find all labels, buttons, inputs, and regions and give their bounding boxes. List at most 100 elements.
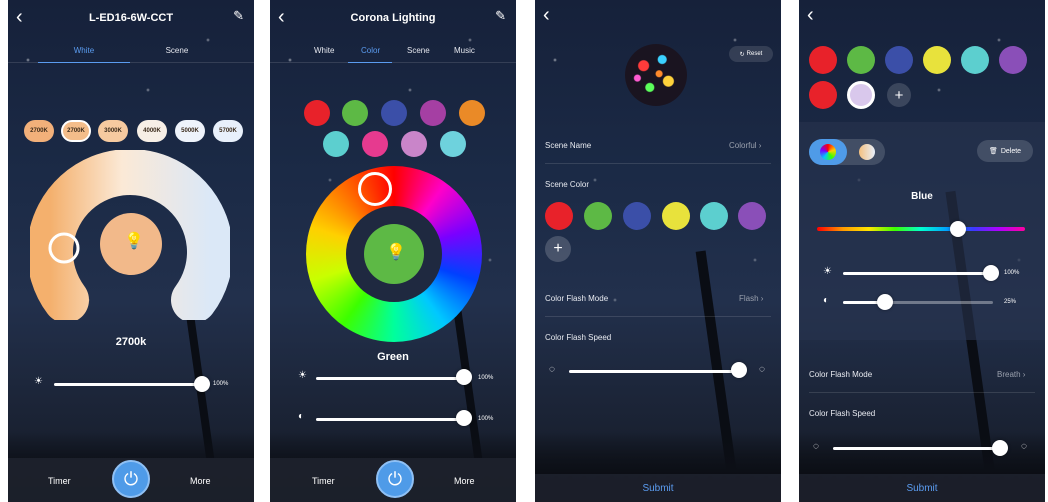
color-swatch[interactable] [440,131,466,157]
tab-music[interactable]: Music [454,46,475,55]
color-swatch[interactable] [420,100,446,126]
color-swatch[interactable] [381,100,407,126]
scene-name-label: Scene Name [545,141,592,150]
white-mode-tab[interactable] [849,139,885,165]
color-swatch[interactable] [401,131,427,157]
scene-color-label: Scene Color [545,180,590,189]
add-color-button[interactable]: + [887,83,911,107]
brightness-percent: 100% [478,375,494,381]
temp-chip[interactable]: 2700K [61,120,91,142]
trash-icon: 🗑 [988,148,998,155]
power-button[interactable]: ⏻ [376,460,414,498]
color-wheel-handle[interactable] [358,172,392,206]
submit-button[interactable]: Submit [799,474,1045,502]
more-button[interactable]: More [190,476,211,486]
delete-button[interactable]: 🗑 Delete [977,140,1033,162]
back-icon[interactable]: ‹ [807,4,814,27]
flash-speed-slider[interactable] [833,447,1003,450]
saturation-slider-thumb[interactable] [877,294,893,310]
brightness-slider-thumb[interactable] [456,369,472,385]
scene-color-swatch[interactable] [923,46,951,74]
brightness-slider-thumb[interactable] [194,376,210,392]
temp-value: 2700k [115,336,147,348]
add-color-button[interactable]: + [545,236,571,262]
scene-color-swatch[interactable] [623,202,651,230]
scene-color-swatch[interactable] [662,202,690,230]
back-icon[interactable]: ‹ [543,4,550,27]
bulb-icon: 💡 [124,233,144,250]
scene-color-swatch[interactable] [885,46,913,74]
scene-color-swatch[interactable] [584,202,612,230]
color-swatch[interactable] [459,100,485,126]
scene-color-swatch[interactable] [961,46,989,74]
fast-speed-icon: ◌ [1021,441,1027,452]
scene-color-swatch[interactable] [809,81,837,109]
flash-mode-label: Color Flash Mode [809,370,873,379]
tab-scene[interactable]: Scene [166,46,189,55]
scene-color-swatch[interactable] [545,202,573,230]
power-button[interactable]: ⏻ [112,460,150,498]
back-icon[interactable]: ‹ [16,6,23,29]
timer-button[interactable]: Timer [48,476,71,486]
screen-scene-edit: ‹ ↻ Reset Scene Name Colorful › Scene Col… [535,0,781,502]
white-mode-icon [859,144,875,160]
saturation-percent: 100% [478,416,494,422]
saturation-percent: 25% [1004,299,1017,305]
color-mode-tab[interactable] [809,139,847,165]
color-swatch[interactable] [304,100,330,126]
tab-white[interactable]: White [74,46,94,55]
color-swatch[interactable] [362,131,388,157]
color-swatch[interactable] [342,100,368,126]
flash-speed-label: Color Flash Speed [545,333,612,342]
tab-color[interactable]: Color [361,46,380,55]
reset-button[interactable]: ↻ Reset [729,46,773,62]
slow-speed-icon: ◌ [549,364,555,375]
screen-white-mode: ‹ L-ED16-6W-CCT ✎ White Scene 2700K 2700… [8,0,254,502]
brightness-slider[interactable] [54,383,202,386]
flash-mode-label: Color Flash Mode [545,294,609,303]
temp-chip[interactable]: 2700K [24,120,54,142]
flash-speed-slider[interactable] [569,370,741,373]
timer-button[interactable]: Timer [312,476,335,486]
saturation-slider-thumb[interactable] [456,410,472,426]
scene-name-value[interactable]: Colorful › [729,141,761,150]
more-button[interactable]: More [454,476,475,486]
temp-chip[interactable]: 4000K [137,120,167,142]
reset-icon: ↻ [739,51,745,58]
contrast-icon: ◐ [823,295,830,306]
brightness-slider[interactable] [843,272,993,275]
bottom-bar: Timer ⏻ More [270,458,516,502]
scene-color-swatch[interactable] [809,46,837,74]
brightness-icon: ☀ [34,376,43,387]
scene-color-swatch[interactable] [999,46,1027,74]
slow-speed-icon: ◌ [813,441,819,452]
scene-color-swatch-selected[interactable] [847,81,875,109]
hue-slider-thumb[interactable] [950,221,966,237]
back-icon[interactable]: ‹ [278,6,285,29]
screen-color-mode: ‹ Corona Lighting ✎ White Color Scene Mu… [270,0,516,502]
flash-speed-slider-thumb[interactable] [731,362,747,378]
flash-mode-value[interactable]: Flash › [739,294,763,303]
submit-button[interactable]: Submit [535,474,781,502]
brightness-slider[interactable] [316,377,466,380]
brightness-slider-thumb[interactable] [983,265,999,281]
flash-mode-value[interactable]: Breath › [997,370,1025,379]
temp-chip[interactable]: 5000K [175,120,205,142]
tab-scene[interactable]: Scene [407,46,430,55]
scene-color-swatch[interactable] [847,46,875,74]
color-wheel-icon [820,144,836,160]
flash-speed-slider-thumb[interactable] [992,440,1008,456]
color-name: Blue [911,191,933,202]
edit-icon[interactable]: ✎ [233,8,244,24]
brightness-icon: ☀ [823,266,832,277]
temp-chip[interactable]: 3000K [98,120,128,142]
scene-color-swatch[interactable] [738,202,766,230]
scene-preview-image [625,44,687,106]
scene-color-swatch[interactable] [700,202,728,230]
temp-chip[interactable]: 5700K [213,120,243,142]
color-swatch[interactable] [323,131,349,157]
edit-icon[interactable]: ✎ [495,8,506,24]
saturation-slider[interactable] [316,418,466,421]
tab-white[interactable]: White [314,46,334,55]
hue-slider[interactable] [817,227,1025,231]
